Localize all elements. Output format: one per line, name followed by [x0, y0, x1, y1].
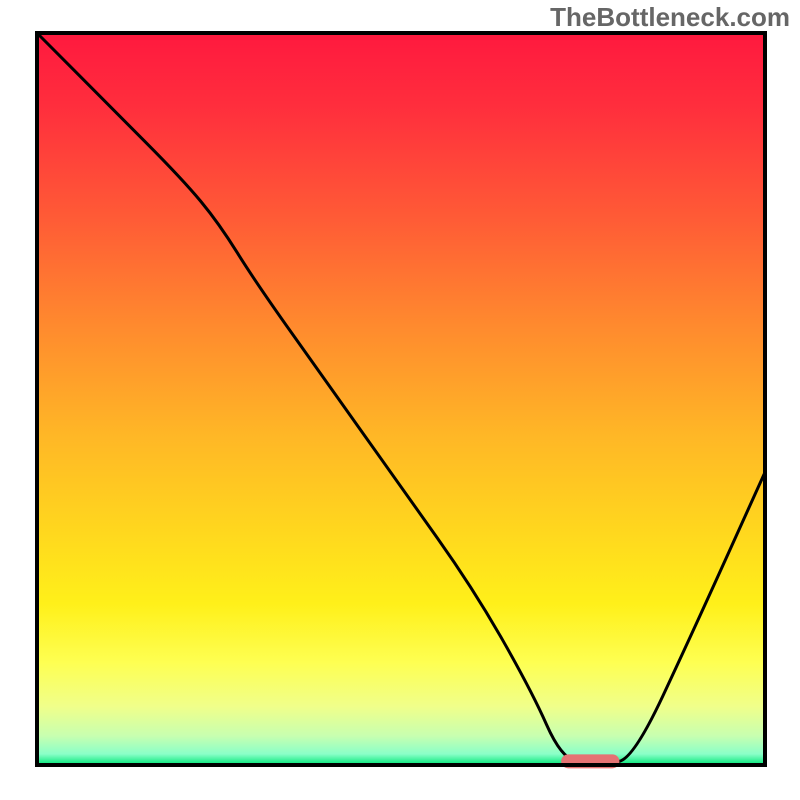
- watermark-text: TheBottleneck.com: [550, 2, 790, 33]
- chart-container: TheBottleneck.com: [0, 0, 800, 800]
- bottleneck-chart: [0, 0, 800, 800]
